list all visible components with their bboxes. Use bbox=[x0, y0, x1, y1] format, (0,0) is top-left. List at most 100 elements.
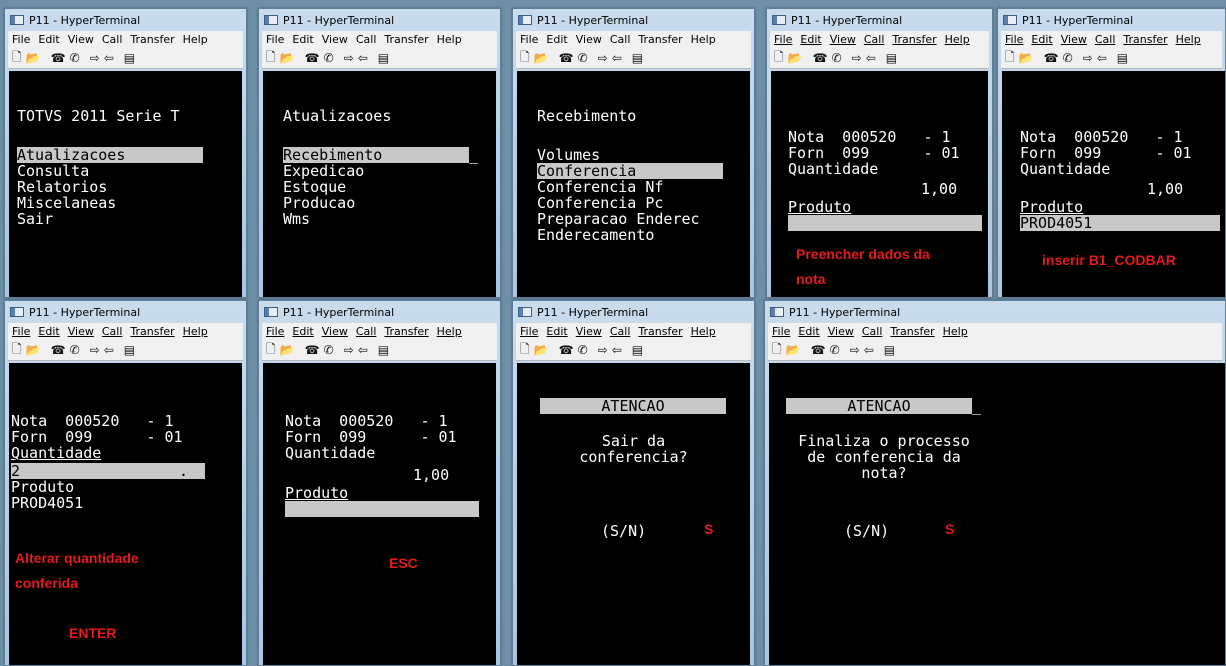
properties-icon[interactable]: ▤ bbox=[1117, 51, 1128, 65]
terminal-window-4[interactable]: P11 - HyperTerminal File Edit View Call Tran… bbox=[766, 8, 993, 298]
new-icon[interactable]: 🗋 bbox=[12, 48, 22, 69]
open-icon[interactable]: 📂 bbox=[1019, 51, 1034, 65]
menu-call[interactable]: Call bbox=[102, 325, 123, 338]
menu-option[interactable]: Wms bbox=[283, 211, 310, 227]
send-icon[interactable]: ⇨ bbox=[850, 343, 860, 357]
terminal-window-2[interactable]: P11 - HyperTerminal File Edit View Call Tran… bbox=[258, 8, 501, 298]
send-icon[interactable]: ⇨ bbox=[598, 51, 608, 65]
send-icon[interactable]: ⇨ bbox=[90, 51, 100, 65]
terminal-screen[interactable]: ATENCAO _ Finaliza o processo de conferen… bbox=[769, 363, 1225, 665]
menu-transfer[interactable]: Transfer bbox=[130, 33, 174, 46]
terminal-window-1[interactable]: P11 - HyperTerminal File Edit View Call Tran… bbox=[4, 8, 247, 298]
menu-help[interactable]: Help bbox=[943, 325, 968, 338]
terminal-window-5[interactable]: P11 - HyperTerminal File Edit View Call Tran… bbox=[997, 8, 1226, 298]
menu-file[interactable]: File bbox=[266, 325, 284, 338]
menu-file[interactable]: File bbox=[266, 33, 284, 46]
dial-icon[interactable]: ✆ bbox=[70, 51, 80, 65]
menu-transfer[interactable]: Transfer bbox=[384, 325, 428, 338]
menu-option[interactable]: Estoque bbox=[283, 179, 346, 195]
receive-icon[interactable]: ⇦ bbox=[864, 343, 874, 357]
receive-icon[interactable]: ⇦ bbox=[104, 343, 114, 357]
receive-icon[interactable]: ⇦ bbox=[358, 51, 368, 65]
menu-file[interactable]: File bbox=[12, 33, 30, 46]
terminal-screen[interactable]: ATENCAO Sair da conferencia? (S/N) S bbox=[517, 363, 750, 665]
menu-edit[interactable]: Edit bbox=[38, 325, 59, 338]
menu-file[interactable]: File bbox=[1005, 33, 1023, 46]
menu-option[interactable]: Conferencia Nf bbox=[537, 179, 663, 195]
menu-edit[interactable]: Edit bbox=[546, 33, 567, 46]
disconnect-icon[interactable]: ☎ bbox=[51, 51, 66, 65]
menu-transfer[interactable]: Transfer bbox=[130, 325, 174, 338]
terminal-screen[interactable]: Recebimento Volumes Conferencia Conferen… bbox=[517, 71, 750, 297]
menu-edit[interactable]: Edit bbox=[1031, 33, 1052, 46]
dial-icon[interactable]: ✆ bbox=[324, 51, 334, 65]
title-bar[interactable]: P11 - HyperTerminal bbox=[259, 9, 500, 31]
dial-icon[interactable]: ✆ bbox=[324, 343, 334, 357]
produto-input[interactable]: PROD4051_ bbox=[1020, 215, 1220, 231]
menu-transfer[interactable]: Transfer bbox=[892, 33, 936, 46]
menu-help[interactable]: Help bbox=[691, 325, 716, 338]
menu-view[interactable]: View bbox=[68, 33, 94, 46]
receive-icon[interactable]: ⇦ bbox=[612, 51, 622, 65]
properties-icon[interactable]: ▤ bbox=[886, 51, 897, 65]
disconnect-icon[interactable]: ☎ bbox=[813, 51, 828, 65]
title-bar[interactable]: P11 - HyperTerminal bbox=[5, 301, 246, 323]
menu-transfer[interactable]: Transfer bbox=[890, 325, 934, 338]
dial-icon[interactable]: ✆ bbox=[578, 343, 588, 357]
receive-icon[interactable]: ⇦ bbox=[1097, 51, 1107, 65]
send-icon[interactable]: ⇨ bbox=[344, 343, 354, 357]
menu-help[interactable]: Help bbox=[691, 33, 716, 46]
menu-option[interactable]: Enderecamento bbox=[537, 227, 654, 243]
open-icon[interactable]: 📂 bbox=[26, 343, 41, 357]
new-icon[interactable]: 🗋 bbox=[774, 48, 784, 69]
dial-icon[interactable]: ✆ bbox=[578, 51, 588, 65]
terminal-screen[interactable]: Nota 000520 - 1 Forn 099 - 01 Quantidade… bbox=[1002, 71, 1225, 297]
properties-icon[interactable]: ▤ bbox=[884, 343, 895, 357]
menu-file[interactable]: File bbox=[772, 325, 790, 338]
menu-edit[interactable]: Edit bbox=[292, 325, 313, 338]
dial-icon[interactable]: ✆ bbox=[1063, 51, 1073, 65]
menu-call[interactable]: Call bbox=[102, 33, 123, 46]
menu-option-selected[interactable]: Atualizacoes bbox=[17, 147, 203, 163]
dial-icon[interactable]: ✆ bbox=[832, 51, 842, 65]
menu-option[interactable]: Consulta bbox=[17, 163, 89, 179]
disconnect-icon[interactable]: ☎ bbox=[559, 343, 574, 357]
disconnect-icon[interactable]: ☎ bbox=[305, 51, 320, 65]
yes-no-prompt[interactable]: (S/N) bbox=[844, 523, 889, 539]
properties-icon[interactable]: ▤ bbox=[632, 343, 643, 357]
dial-icon[interactable]: ✆ bbox=[70, 343, 80, 357]
menu-help[interactable]: Help bbox=[945, 33, 970, 46]
send-icon[interactable]: ⇨ bbox=[1083, 51, 1093, 65]
disconnect-icon[interactable]: ☎ bbox=[305, 343, 320, 357]
terminal-window-3[interactable]: P11 - HyperTerminal File Edit View Call Tran… bbox=[512, 8, 755, 298]
menu-option[interactable]: Volumes bbox=[537, 147, 600, 163]
menu-option[interactable]: Sair bbox=[17, 211, 53, 227]
menu-view[interactable]: View bbox=[322, 325, 348, 338]
title-bar[interactable]: P11 - HyperTerminal bbox=[998, 9, 1225, 31]
terminal-screen[interactable]: Nota 000520 - 1 Forn 099 - 01 Quantidade… bbox=[771, 71, 988, 297]
new-icon[interactable]: 🗋 bbox=[1005, 48, 1015, 69]
new-icon[interactable]: 🗋 bbox=[266, 340, 276, 361]
send-icon[interactable]: ⇨ bbox=[90, 343, 100, 357]
menu-transfer[interactable]: Transfer bbox=[1123, 33, 1167, 46]
menu-view[interactable]: View bbox=[576, 33, 602, 46]
menu-call[interactable]: Call bbox=[356, 33, 377, 46]
produto-input[interactable] bbox=[788, 215, 982, 234]
menu-edit[interactable]: Edit bbox=[38, 33, 59, 46]
disconnect-icon[interactable]: ☎ bbox=[1044, 51, 1059, 65]
menu-option[interactable]: Preparacao Enderec bbox=[537, 211, 700, 227]
terminal-window-9[interactable]: P11 - HyperTerminal File Edit View Call Tran… bbox=[764, 300, 1226, 666]
title-bar[interactable]: P11 - HyperTerminal bbox=[5, 9, 246, 31]
menu-view[interactable]: View bbox=[322, 33, 348, 46]
open-icon[interactable]: 📂 bbox=[788, 51, 803, 65]
title-bar[interactable]: P11 - HyperTerminal bbox=[765, 301, 1225, 323]
menu-transfer[interactable]: Transfer bbox=[638, 33, 682, 46]
menu-help[interactable]: Help bbox=[437, 325, 462, 338]
menu-edit[interactable]: Edit bbox=[800, 33, 821, 46]
title-bar[interactable]: P11 - HyperTerminal bbox=[259, 301, 500, 323]
terminal-window-6[interactable]: P11 - HyperTerminal File Edit View Call Tran… bbox=[4, 300, 247, 666]
menu-edit[interactable]: Edit bbox=[292, 33, 313, 46]
send-icon[interactable]: ⇨ bbox=[344, 51, 354, 65]
menu-call[interactable]: Call bbox=[356, 325, 377, 338]
yes-no-prompt[interactable]: (S/N) bbox=[601, 523, 646, 539]
